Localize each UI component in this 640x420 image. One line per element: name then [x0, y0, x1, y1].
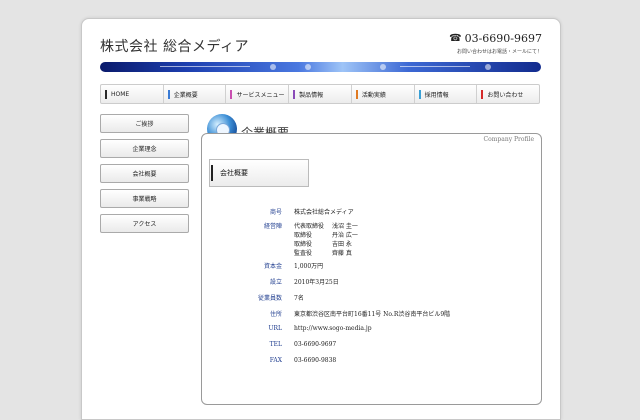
row-label: URL: [268, 325, 282, 332]
contact-note: お問い合わせはお電話・メールにて！: [456, 49, 542, 55]
profile-row-address: 住所 東京都渋谷区南平台町16番11号 No.R渋谷南平台ビル9階: [222, 309, 522, 325]
banner-line: [160, 66, 250, 67]
officer-list: 代表取締役 浅沼 圭一 取締役 丹治 広一 取締役 吉田 永 監査役 齊藤 真: [294, 221, 358, 257]
content-panel: Company Profile 会社概要 商号 株式会社総合メディア 経営陣 代…: [201, 133, 542, 405]
officer-role: 代表取締役: [294, 223, 325, 230]
row-label: 設立: [269, 279, 282, 286]
officer-role: 取締役: [294, 241, 313, 248]
row-value: 東京都渋谷区南平台町16番11号 No.R渋谷南平台ビル9階: [294, 311, 451, 318]
nav-recruit[interactable]: 採用情報: [415, 85, 478, 103]
officer-name: 丹治 広一: [332, 232, 358, 239]
nav-home[interactable]: HOME: [101, 85, 164, 103]
row-label: FAX: [269, 357, 282, 364]
phone-icon: ☎: [449, 33, 462, 44]
sidebar-item-strategy[interactable]: 事業戦略: [100, 189, 189, 208]
row-value: 1,000万円: [294, 263, 324, 270]
profile-row-employees: 従業員数 7名: [222, 293, 522, 309]
row-label: 従業員数: [257, 295, 282, 302]
row-value: 03-6690-9838: [294, 357, 337, 364]
banner-dot: [305, 64, 311, 70]
nav-services[interactable]: サービスメニュー: [226, 85, 290, 103]
row-label: TEL: [269, 341, 282, 348]
subsection-heading: 会社概要: [209, 159, 309, 187]
row-value: 2010年3月25日: [294, 279, 339, 286]
nav-marker: [481, 89, 484, 99]
nav-label: お問い合わせ: [487, 91, 524, 99]
sidebar-item-greeting[interactable]: ご挨拶: [100, 114, 189, 133]
page-container: 株式会社 総合メディア ☎ 03-6690-9697 お問い合わせはお電話・メー…: [81, 18, 561, 420]
nav-marker: [355, 89, 358, 99]
nav-products[interactable]: 製品情報: [289, 85, 352, 103]
nav-company[interactable]: 企業概要: [164, 85, 227, 103]
profile-row-fax: FAX 03-6690-9838: [222, 357, 522, 373]
heading-bar: [211, 165, 213, 181]
profile-table: 商号 株式会社総合メディア 経営陣 代表取締役 浅沼 圭一 取締役 丹治 広一 取締…: [222, 207, 522, 373]
profile-row-capital: 資本金 1,000万円: [222, 261, 522, 277]
main-navigation: HOME 企業概要 サービスメニュー 製品情報 活動実績 採用情報 お問い合わせ: [100, 84, 540, 104]
officer-name: 吉田 永: [332, 241, 352, 248]
banner-dot: [380, 64, 386, 70]
nav-label: サービスメニュー: [236, 91, 285, 99]
nav-marker: [167, 89, 170, 99]
officer-item: 監査役 齊藤 真: [294, 248, 358, 257]
nav-label: 製品情報: [299, 91, 324, 99]
nav-marker: [230, 89, 233, 99]
sidebar-item-philosophy[interactable]: 企業理念: [100, 139, 189, 158]
nav-label: 企業概要: [173, 91, 198, 99]
officer-item: 代表取締役 浅沼 圭一: [294, 221, 358, 230]
header-banner: [100, 62, 541, 72]
row-label: 資本金: [263, 263, 282, 270]
officer-item: 取締役 丹治 広一: [294, 230, 358, 239]
officer-role: 取締役: [294, 232, 313, 239]
officer-name: 齊藤 真: [332, 250, 352, 257]
nav-marker: [293, 89, 296, 99]
officer-role: 監査役: [294, 250, 313, 257]
officer-item: 取締役 吉田 永: [294, 239, 358, 248]
profile-row-url: URL http://www.sogo-media.jp: [222, 325, 522, 341]
nav-label: HOME: [111, 90, 130, 98]
nav-label: 活動実績: [361, 91, 386, 99]
profile-row-name: 商号 株式会社総合メディア: [222, 207, 522, 221]
row-value: 株式会社総合メディア: [294, 209, 354, 216]
nav-achievements[interactable]: 活動実績: [352, 85, 415, 103]
profile-row-tel: TEL 03-6690-9697: [222, 341, 522, 357]
banner-line: [400, 66, 470, 67]
website-link[interactable]: http://www.sogo-media.jp: [294, 325, 372, 332]
nav-label: 採用情報: [424, 91, 449, 99]
banner-dot: [270, 64, 276, 70]
profile-row-officers: 経営陣 代表取締役 浅沼 圭一 取締役 丹治 広一 取締役 吉田 永 監査役 齊藤 真: [222, 221, 522, 261]
section-subtitle: Company Profile: [483, 136, 534, 143]
phone-number: ☎ 03-6690-9697: [449, 32, 542, 45]
sidebar-item-profile[interactable]: 会社概要: [100, 164, 189, 183]
row-value: 7名: [294, 295, 304, 302]
nav-contact[interactable]: お問い合わせ: [477, 85, 539, 103]
officer-name: 浅沼 圭一: [332, 223, 358, 230]
profile-row-founded: 設立 2010年3月25日: [222, 277, 522, 293]
row-label: 住所: [269, 311, 282, 318]
phone-text: 03-6690-9697: [464, 32, 542, 45]
nav-marker: [418, 89, 421, 99]
nav-marker: [105, 89, 107, 99]
sidebar-menu: ご挨拶 企業理念 会社概要 事業戦略 アクセス: [100, 114, 189, 239]
row-value: 03-6690-9697: [294, 341, 337, 348]
banner-dot: [485, 64, 491, 70]
site-logo[interactable]: 株式会社 総合メディア: [100, 36, 249, 56]
row-label: 経営陣: [263, 223, 282, 230]
row-label: 商号: [269, 209, 282, 216]
subsection-title: 会社概要: [220, 169, 248, 177]
sidebar-item-access[interactable]: アクセス: [100, 214, 189, 233]
